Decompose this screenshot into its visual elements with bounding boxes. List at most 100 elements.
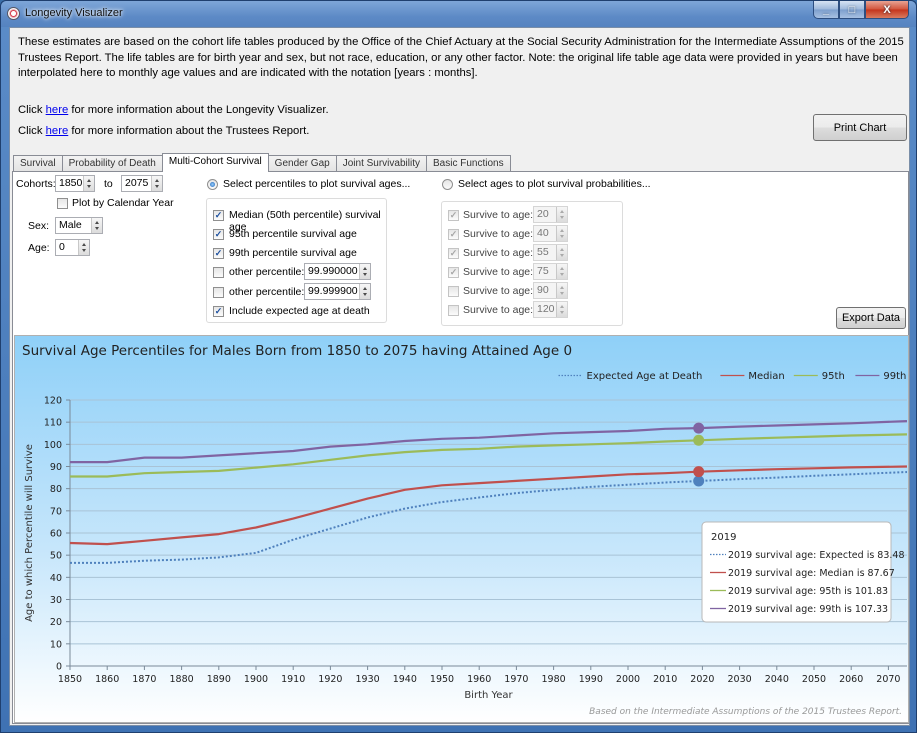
survive-age-2-spinner[interactable]: 40 bbox=[533, 225, 568, 242]
spinner-arrows-icon[interactable] bbox=[83, 176, 94, 191]
survive-age-5-spinner[interactable]: 90 bbox=[533, 282, 568, 299]
x-tick-label: 1870 bbox=[132, 674, 156, 685]
spinner-arrows-icon[interactable] bbox=[556, 264, 567, 279]
x-tick-label: 1890 bbox=[207, 674, 231, 685]
p99-checkbox[interactable]: ✓ bbox=[213, 248, 224, 259]
x-tick-label: 1960 bbox=[467, 674, 491, 685]
legend-label-expected: Expected Age at Death bbox=[587, 371, 703, 382]
spinner-arrows-icon[interactable] bbox=[556, 207, 567, 222]
export-data-button[interactable]: Export Data bbox=[836, 307, 906, 329]
highlight-tooltip: 2019 2019 survival age: Expected is 83.48… bbox=[701, 521, 905, 623]
cohort-to-spinner[interactable]: 2075 bbox=[121, 175, 163, 192]
spinner-arrows-icon[interactable] bbox=[78, 240, 89, 255]
x-tick-label: 1880 bbox=[170, 674, 194, 685]
info-prefix: Click bbox=[18, 104, 46, 116]
tab-survival[interactable]: Survival bbox=[13, 155, 63, 172]
print-chart-button[interactable]: Print Chart bbox=[813, 114, 907, 141]
survive-age-6-checkbox[interactable] bbox=[448, 305, 459, 316]
cohort-from-spinner[interactable]: 1850 bbox=[55, 175, 95, 192]
survive-age-2-label: Survive to age: bbox=[463, 228, 534, 240]
close-icon: X bbox=[883, 3, 891, 16]
other-percentile-2-spinner[interactable]: 99.999900 bbox=[304, 283, 371, 300]
to-label: to bbox=[104, 178, 113, 190]
y-tick-label: 110 bbox=[44, 418, 62, 429]
other-percentile-1-spinner[interactable]: 99.990000 bbox=[304, 263, 371, 280]
spinner-arrows-icon[interactable] bbox=[151, 176, 162, 191]
tab-gender-gap[interactable]: Gender Gap bbox=[267, 155, 337, 172]
survive-age-5-value: 90 bbox=[537, 284, 549, 296]
title-bar[interactable]: Longevity Visualizer _ □ X bbox=[1, 1, 916, 27]
survive-age-1-checkbox[interactable]: ✓ bbox=[448, 210, 459, 221]
survive-age-1-spinner[interactable]: 20 bbox=[533, 206, 568, 223]
survive-age-2-value: 40 bbox=[537, 227, 549, 239]
spinner-arrows-icon[interactable] bbox=[556, 302, 567, 317]
tab-joint-survivability[interactable]: Joint Survivability bbox=[335, 155, 427, 172]
x-tick-label: 2000 bbox=[616, 674, 640, 685]
median-checkbox[interactable]: ✓ bbox=[213, 210, 224, 221]
y-tick-label: 30 bbox=[50, 595, 62, 606]
spinner-arrows-icon[interactable] bbox=[556, 283, 567, 298]
close-button[interactable]: X bbox=[865, 1, 909, 19]
y-tick-label: 90 bbox=[50, 462, 62, 473]
x-tick-label: 1990 bbox=[579, 674, 603, 685]
legend-label-p99: 99th bbox=[883, 371, 906, 382]
survive-age-2-checkbox[interactable]: ✓ bbox=[448, 229, 459, 240]
sex-spinner[interactable]: Male bbox=[55, 217, 103, 234]
age-spinner[interactable]: 0 bbox=[55, 239, 90, 256]
survive-age-3-checkbox[interactable]: ✓ bbox=[448, 248, 459, 259]
x-tick-label: 2040 bbox=[765, 674, 789, 685]
plot-calendar-year-label: Plot by Calendar Year bbox=[72, 197, 174, 209]
survival-chart: Survival Age Percentiles for Males Born … bbox=[15, 336, 908, 722]
survive-age-4-checkbox[interactable]: ✓ bbox=[448, 267, 459, 278]
visualizer-info-link[interactable]: here bbox=[46, 104, 69, 116]
p95-checkbox[interactable]: ✓ bbox=[213, 229, 224, 240]
other-percentile-1-value: 99.990000 bbox=[308, 265, 358, 277]
tab-multi-cohort-survival[interactable]: Multi-Cohort Survival bbox=[161, 153, 269, 172]
x-tick-label: 2010 bbox=[653, 674, 677, 685]
x-tick-label: 2050 bbox=[802, 674, 826, 685]
window-title: Longevity Visualizer bbox=[25, 7, 123, 19]
other-percentile-1-label: other percentile: bbox=[229, 266, 305, 278]
survive-age-4-value: 75 bbox=[537, 265, 549, 277]
y-tick-label: 70 bbox=[50, 506, 62, 517]
y-tick-label: 20 bbox=[50, 617, 62, 628]
tab-basic-functions[interactable]: Basic Functions bbox=[425, 155, 511, 172]
probability-options-group: ✓ Survive to age: 20 ✓ Survive to age: 4… bbox=[441, 201, 623, 326]
x-axis-label: Birth Year bbox=[464, 690, 513, 701]
survive-age-4-spinner[interactable]: 75 bbox=[533, 263, 568, 280]
minimize-button[interactable]: _ bbox=[813, 1, 839, 19]
survive-age-6-spinner[interactable]: 120 bbox=[533, 301, 568, 318]
percentile-mode-radio[interactable] bbox=[207, 179, 218, 190]
trustees-info-link[interactable]: here bbox=[46, 125, 69, 137]
spinner-arrows-icon[interactable] bbox=[359, 264, 370, 279]
survive-age-5-checkbox[interactable] bbox=[448, 286, 459, 297]
info-line-visualizer: Click here for more information about th… bbox=[18, 104, 329, 116]
spinner-arrows-icon[interactable] bbox=[359, 284, 370, 299]
chart-title: Survival Age Percentiles for Males Born … bbox=[22, 343, 572, 359]
info-suffix: for more information about the Longevity… bbox=[68, 104, 329, 116]
x-tick-label: 2070 bbox=[876, 674, 900, 685]
expected-age-checkbox[interactable]: ✓ bbox=[213, 306, 224, 317]
y-tick-label: 120 bbox=[44, 396, 62, 407]
y-tick-label: 60 bbox=[50, 529, 62, 540]
survive-age-4-label: Survive to age: bbox=[463, 266, 534, 278]
spinner-arrows-icon[interactable] bbox=[556, 226, 567, 241]
tab-strip: Survival Probability of Death Multi-Coho… bbox=[13, 153, 511, 172]
y-tick-label: 10 bbox=[50, 639, 62, 650]
x-tick-label: 2030 bbox=[728, 674, 752, 685]
plot-calendar-year-checkbox[interactable] bbox=[57, 198, 68, 209]
probability-mode-radio[interactable] bbox=[442, 179, 453, 190]
x-tick-label: 1850 bbox=[58, 674, 82, 685]
tab-probability-of-death[interactable]: Probability of Death bbox=[61, 155, 163, 172]
survive-age-3-spinner[interactable]: 55 bbox=[533, 244, 568, 261]
spinner-arrows-icon[interactable] bbox=[556, 245, 567, 260]
x-tick-label: 1980 bbox=[542, 674, 566, 685]
other-percentile-1-checkbox[interactable] bbox=[213, 267, 224, 278]
survive-age-5-label: Survive to age: bbox=[463, 285, 534, 297]
other-percentile-2-checkbox[interactable] bbox=[213, 287, 224, 298]
survive-age-1-label: Survive to age: bbox=[463, 209, 534, 221]
app-window: Longevity Visualizer _ □ X These estimat… bbox=[0, 0, 917, 733]
client-area: These estimates are based on the cohort … bbox=[9, 27, 910, 726]
maximize-button[interactable]: □ bbox=[839, 1, 865, 19]
spinner-arrows-icon[interactable] bbox=[91, 218, 102, 233]
